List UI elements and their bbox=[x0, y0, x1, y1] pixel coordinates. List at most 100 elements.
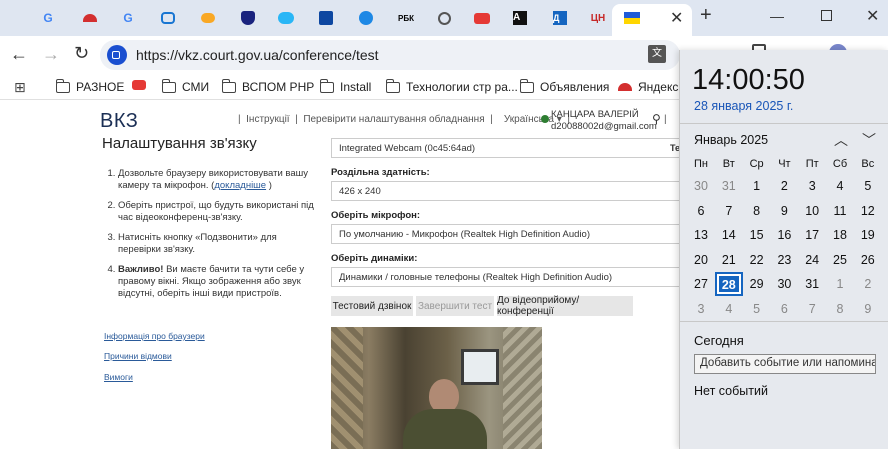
forward-icon[interactable]: → bbox=[42, 44, 60, 65]
calendar-day[interactable]: 16 bbox=[770, 223, 798, 247]
go-to-conference-button[interactable]: До відеоприйому/конференції bbox=[497, 295, 633, 317]
new-tab-icon[interactable]: + bbox=[700, 4, 712, 27]
calendar-day[interactable]: 6 bbox=[687, 199, 715, 223]
reload-icon[interactable]: ↻ bbox=[74, 43, 89, 64]
user-info[interactable]: КАНЦАРА ВАЛЕРІЙ d20088002d@gmail.com bbox=[551, 109, 657, 133]
calendar-day[interactable]: 23 bbox=[770, 248, 798, 272]
calendar-day[interactable]: 20 bbox=[687, 248, 715, 272]
calendar-day[interactable]: 3 bbox=[798, 174, 826, 198]
translate-icon[interactable]: 文 bbox=[648, 45, 666, 63]
tab-d-icon[interactable]: Д bbox=[546, 6, 574, 30]
pin-icon[interactable]: ⚲ bbox=[652, 112, 661, 126]
calendar-day[interactable]: 1 bbox=[743, 174, 771, 198]
resolution-select[interactable]: 426 x 240 bbox=[331, 181, 691, 201]
calendar-day[interactable]: 2 bbox=[770, 174, 798, 198]
tab-globe-icon[interactable] bbox=[430, 6, 458, 30]
calendar-day[interactable]: 25 bbox=[826, 248, 854, 272]
chevron-up-icon[interactable]: ︿ bbox=[834, 130, 848, 150]
calendar-day[interactable]: 4 bbox=[826, 174, 854, 198]
calendar-day[interactable]: 4 bbox=[715, 297, 743, 321]
calendar-day[interactable]: 18 bbox=[826, 223, 854, 247]
tab-cloud-icon[interactable] bbox=[154, 6, 182, 30]
calendar-day[interactable]: 28 bbox=[714, 272, 743, 296]
browser-info-link[interactable]: Інформація про браузери bbox=[104, 331, 205, 341]
tab-google-icon[interactable]: G bbox=[114, 6, 142, 30]
calendar-day[interactable]: 21 bbox=[715, 248, 743, 272]
steps-list: Дозвольте браузеру використовувати вашу … bbox=[104, 168, 314, 300]
tab-umbrella-icon[interactable] bbox=[76, 6, 104, 30]
bookmark-vspom[interactable]: ВСПОМ РНР bbox=[221, 78, 314, 94]
calendar-day[interactable]: 14 bbox=[715, 223, 743, 247]
calendar-day[interactable]: 6 bbox=[770, 297, 798, 321]
calendar-day[interactable]: 15 bbox=[743, 223, 771, 247]
calendar-day[interactable]: 13 bbox=[687, 223, 715, 247]
calendar-day[interactable]: 30 bbox=[687, 174, 715, 198]
calendar-day[interactable]: 30 bbox=[770, 272, 798, 296]
tab-rbc-icon[interactable]: РБК bbox=[392, 6, 420, 30]
back-icon[interactable]: ← bbox=[10, 44, 28, 65]
tab-star-icon[interactable] bbox=[352, 6, 380, 30]
calendar-day[interactable]: 26 bbox=[854, 248, 882, 272]
add-event-input[interactable]: Добавить событие или напомина bbox=[694, 354, 876, 374]
calendar-day[interactable]: 8 bbox=[826, 297, 854, 321]
calendar-day[interactable]: 31 bbox=[715, 174, 743, 198]
minimize-icon[interactable]: — bbox=[770, 8, 784, 24]
bookmark-install[interactable]: Install bbox=[319, 78, 371, 94]
calendar-day[interactable]: 7 bbox=[798, 297, 826, 321]
calendar-day[interactable]: 5 bbox=[854, 174, 882, 198]
tab-a-icon[interactable]: A bbox=[506, 6, 534, 30]
calendar-day[interactable]: 9 bbox=[854, 297, 882, 321]
calendar-day[interactable]: 11 bbox=[826, 199, 854, 223]
url-text[interactable]: https://vkz.court.gov.ua/conference/test bbox=[136, 47, 379, 63]
reasons-link[interactable]: Причини відмови bbox=[104, 351, 172, 361]
calendar-day[interactable]: 5 bbox=[743, 297, 771, 321]
calendar-day[interactable]: 29 bbox=[743, 272, 771, 296]
bookmark-youtube-icon[interactable] bbox=[132, 80, 146, 90]
window-close-icon[interactable]: ✕ bbox=[866, 6, 879, 26]
calendar-day[interactable]: 1 bbox=[826, 272, 854, 296]
apps-grid-icon[interactable]: ⊞ bbox=[14, 79, 26, 96]
tab-youtube-icon[interactable] bbox=[468, 6, 496, 30]
full-date[interactable]: 28 января 2025 г. bbox=[694, 99, 793, 113]
calendar-day[interactable]: 8 bbox=[743, 199, 771, 223]
details-link[interactable]: докладніше bbox=[214, 180, 266, 191]
calendar-day[interactable]: 2 bbox=[854, 272, 882, 296]
close-tab-icon[interactable]: ✕ bbox=[670, 8, 683, 28]
tab-cn-icon[interactable]: ЦН bbox=[584, 6, 612, 30]
microphone-select[interactable]: По умолчанию - Микрофон (Realtek High De… bbox=[331, 224, 691, 244]
test-call-button[interactable]: Тестовий дзвінок bbox=[331, 296, 413, 316]
tab-cloud-blue-icon[interactable] bbox=[272, 6, 300, 30]
chevron-down-icon[interactable]: ﹀ bbox=[862, 130, 876, 150]
calendar-day[interactable]: 9 bbox=[770, 199, 798, 223]
bookmark-smi[interactable]: СМИ bbox=[161, 78, 209, 94]
restore-icon[interactable] bbox=[821, 10, 832, 21]
calendar-day[interactable]: 17 bbox=[798, 223, 826, 247]
month-label[interactable]: Январь 2025 bbox=[694, 133, 768, 147]
address-bar[interactable]: https://vkz.court.gov.ua/conference/test… bbox=[100, 40, 680, 70]
bookmark-raznoe[interactable]: РАЗНОЕ bbox=[55, 78, 124, 94]
calendar-day[interactable]: 27 bbox=[687, 272, 715, 296]
calendar-day[interactable]: 24 bbox=[798, 248, 826, 272]
nav-check-equipment[interactable]: Перевірити налаштування обладнання bbox=[303, 114, 484, 125]
tab-weather-icon[interactable] bbox=[194, 6, 222, 30]
active-tab[interactable]: ✕ bbox=[612, 4, 692, 36]
site-logo[interactable]: ВКЗ bbox=[100, 110, 138, 133]
calendar-day[interactable]: 19 bbox=[854, 223, 882, 247]
calendar-day[interactable]: 12 bbox=[854, 199, 882, 223]
tab-google-icon[interactable]: G bbox=[34, 6, 62, 30]
calendar-day[interactable]: 31 bbox=[798, 272, 826, 296]
site-camera-icon[interactable] bbox=[107, 45, 127, 65]
calendar-day[interactable]: 7 bbox=[715, 199, 743, 223]
camera-select[interactable]: Integrated Webcam (0c45:64ad) bbox=[331, 138, 691, 158]
speaker-select[interactable]: Динамики / головные телефоны (Realtek Hi… bbox=[331, 267, 691, 287]
tab-bank-icon[interactable] bbox=[312, 6, 340, 30]
calendar-day[interactable]: 22 bbox=[743, 248, 771, 272]
requirements-link[interactable]: Вимоги bbox=[104, 372, 133, 382]
tab-shield-icon[interactable] bbox=[234, 6, 262, 30]
bookmark-ads[interactable]: Объявления bbox=[519, 78, 609, 94]
nav-instructions[interactable]: Інструкції bbox=[246, 114, 289, 125]
calendar-day[interactable]: 3 bbox=[687, 297, 715, 321]
end-test-button[interactable]: Завершити тест bbox=[416, 296, 494, 316]
calendar-day[interactable]: 10 bbox=[798, 199, 826, 223]
bookmark-tech[interactable]: Технологии стр ра... bbox=[385, 78, 518, 94]
